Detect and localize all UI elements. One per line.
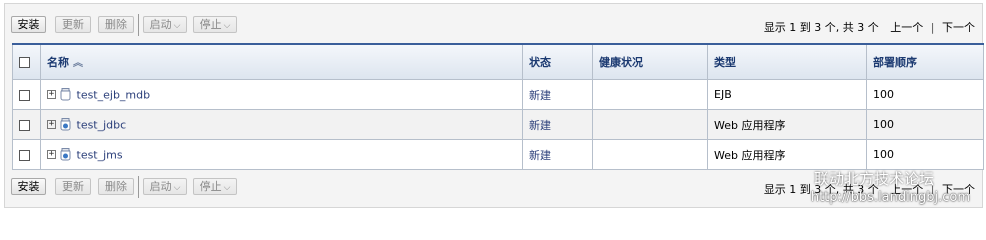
start-dropdown-button[interactable]: 启动 ⌵ (143, 16, 187, 33)
name-cell: + test_jms (40, 139, 523, 170)
select-all-checkbox[interactable] (19, 57, 30, 68)
install-button[interactable]: 安装 (11, 178, 46, 195)
update-button[interactable]: 更新 (55, 16, 91, 33)
row-select-cell (12, 79, 41, 110)
order-cell: 100 (866, 109, 984, 140)
state-link[interactable]: 新建 (529, 89, 551, 102)
start-label: 启动 (149, 18, 172, 31)
web-app-icon (60, 118, 71, 131)
column-header-order[interactable]: 部署顺序 (866, 43, 984, 80)
stop-dropdown-button[interactable]: 停止 ⌵ (193, 16, 237, 33)
stop-dropdown-button[interactable]: 停止 ⌵ (193, 178, 237, 195)
sort-icon: ︽ (73, 58, 83, 69)
state-cell: 新建 (522, 79, 593, 110)
start-dropdown-button[interactable]: 启动 ⌵ (143, 178, 187, 195)
type-cell: Web 应用程序 (707, 139, 867, 170)
column-header-type[interactable]: 类型 (707, 43, 867, 80)
type-cell: Web 应用程序 (707, 109, 867, 140)
state-link[interactable]: 新建 (529, 149, 551, 162)
health-cell (592, 79, 708, 110)
row-checkbox[interactable] (19, 119, 30, 131)
deployment-name-link[interactable]: test_ejb_mdb (77, 88, 151, 101)
name-cell: + test_ejb_mdb (40, 79, 523, 110)
stop-label: 停止 (199, 180, 222, 193)
state-link[interactable]: 新建 (529, 119, 551, 132)
state-cell: 新建 (522, 139, 593, 170)
update-button[interactable]: 更新 (55, 178, 91, 195)
row-select-cell (12, 109, 41, 140)
prev-page-link[interactable]: 上一个 (890, 21, 923, 34)
web-app-icon (60, 148, 71, 161)
column-header-health[interactable]: 健康状况 (592, 43, 708, 80)
delete-button[interactable]: 删除 (98, 178, 134, 195)
state-cell: 新建 (522, 109, 593, 140)
watermark-url: http://bbs.landingbj.com (810, 190, 970, 205)
top-toolbar: 安装 更新 删除 启动 ⌵ 停止 ⌵ 显示 1 到 3 个, 共 3 个 上一个 |… (11, 14, 981, 36)
delete-button[interactable]: 删除 (98, 16, 134, 33)
expand-icon[interactable]: + (47, 90, 56, 100)
name-cell: + test_jdbc (40, 109, 523, 140)
column-name-label: 名称 (47, 56, 69, 69)
deployment-name-link[interactable]: test_jms (77, 148, 123, 161)
chevron-down-icon: ⌵ (173, 21, 181, 31)
order-cell: 100 (866, 139, 984, 170)
column-header-name[interactable]: 名称 ︽ (40, 43, 523, 80)
health-cell (592, 139, 708, 170)
ejb-jar-icon (60, 88, 71, 101)
table-row: + test_jdbc 新建 Web 应用程序 100 (12, 109, 984, 140)
health-cell (592, 109, 708, 140)
column-header-state[interactable]: 状态 (522, 43, 593, 80)
table-row: + test_jms 新建 Web 应用程序 100 (12, 139, 984, 170)
install-button[interactable]: 安装 (11, 16, 46, 33)
chevron-down-icon: ⌵ (173, 183, 181, 193)
table-row: + test_ejb_mdb 新建 EJB 100 (12, 79, 984, 110)
pager-summary: 显示 1 到 3 个, 共 3 个 (763, 21, 879, 34)
chevron-down-icon: ⌵ (223, 21, 231, 31)
type-cell: EJB (707, 79, 867, 110)
toolbar-separator (138, 176, 139, 198)
deployment-name-link[interactable]: test_jdbc (77, 118, 127, 131)
row-checkbox[interactable] (19, 149, 30, 161)
deployments-table: 名称 ︽ 状态 健康状况 类型 部署顺序 + test_ejb_mdb 新建 EJ… (12, 43, 984, 170)
expand-icon[interactable]: + (47, 150, 56, 160)
row-checkbox[interactable] (19, 89, 30, 101)
table-header-row: 名称 ︽ 状态 健康状况 类型 部署顺序 (12, 43, 984, 80)
start-label: 启动 (149, 180, 172, 193)
stop-label: 停止 (199, 18, 222, 31)
chevron-down-icon: ⌵ (223, 183, 231, 193)
watermark-logo: 联动北方技术论坛 (814, 170, 935, 188)
order-cell: 100 (866, 79, 984, 110)
toolbar-separator (138, 14, 139, 36)
row-select-cell (12, 139, 41, 170)
expand-icon[interactable]: + (47, 120, 56, 130)
next-page-link[interactable]: 下一个 (942, 21, 975, 34)
select-all-cell (12, 43, 41, 80)
pager-divider: | (930, 21, 935, 34)
pager: 显示 1 到 3 个, 共 3 个 上一个 | 下一个 (764, 19, 975, 35)
